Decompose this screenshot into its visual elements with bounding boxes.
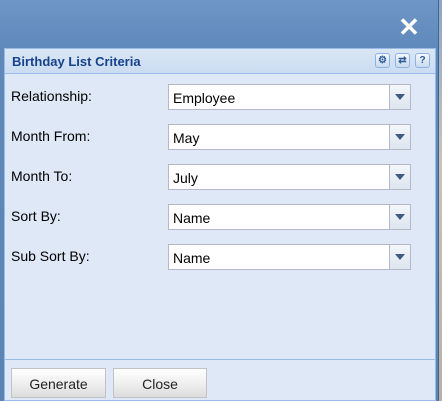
sub-sort-by-select[interactable]: Name (168, 244, 411, 270)
sort-by-value: Name (173, 210, 211, 226)
help-icon[interactable]: ? (415, 53, 430, 68)
field-row-month-to: Month To: July (5, 164, 435, 190)
dialog-window: ✕ Birthday List Criteria ⚙ ⇄ ? Relations… (0, 0, 439, 401)
gear-icon[interactable]: ⚙ (375, 53, 390, 68)
close-icon[interactable]: ✕ (398, 14, 420, 40)
field-row-sort-by: Sort By: Name (5, 204, 435, 230)
chevron-down-icon[interactable] (389, 205, 410, 229)
dialog-footer: Generate Close (5, 359, 435, 400)
sort-by-select[interactable]: Name (168, 204, 411, 230)
chevron-down-icon[interactable] (389, 85, 410, 109)
panel-header: Birthday List Criteria ⚙ ⇄ ? (5, 49, 435, 74)
panel-title: Birthday List Criteria (12, 54, 141, 69)
sub-sort-by-label: Sub Sort By: (11, 248, 90, 264)
month-to-value: July (173, 170, 198, 186)
relationship-select[interactable]: Employee (168, 84, 411, 110)
chevron-down-icon[interactable] (389, 245, 410, 269)
close-button[interactable]: Close (113, 368, 207, 398)
month-from-value: May (173, 130, 200, 146)
relationship-value: Employee (173, 90, 236, 106)
chevron-down-icon[interactable] (389, 165, 410, 189)
relationship-label: Relationship: (11, 88, 92, 104)
sort-by-label: Sort By: (11, 208, 61, 224)
field-row-sub-sort-by: Sub Sort By: Name (5, 244, 435, 270)
refresh-icon[interactable]: ⇄ (395, 53, 410, 68)
criteria-panel: Birthday List Criteria ⚙ ⇄ ? Relationshi… (4, 48, 436, 401)
month-from-label: Month From: (11, 128, 91, 144)
month-to-label: Month To: (11, 168, 73, 184)
field-row-relationship: Relationship: Employee (5, 84, 435, 110)
month-to-select[interactable]: July (168, 164, 411, 190)
generate-button[interactable]: Generate (11, 368, 106, 398)
field-row-month-from: Month From: May (5, 124, 435, 150)
chevron-down-icon[interactable] (389, 125, 410, 149)
sub-sort-by-value: Name (173, 250, 211, 266)
month-from-select[interactable]: May (168, 124, 411, 150)
